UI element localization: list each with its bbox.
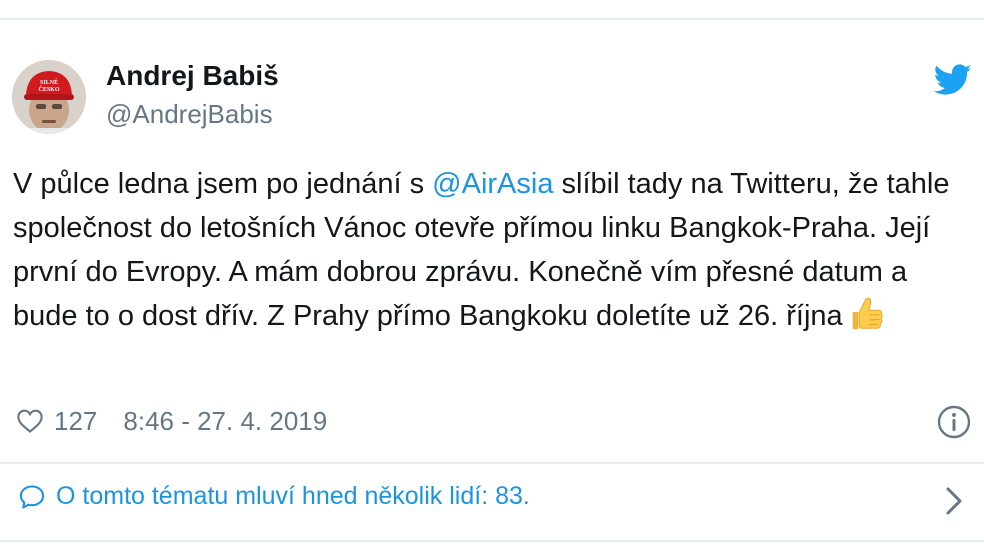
like-count[interactable]: 127 — [54, 406, 97, 437]
speech-bubble-icon — [19, 484, 45, 509]
tweet-text-part-1: V půlce ledna jsem po jednání s — [13, 168, 433, 200]
timestamp[interactable]: 8:46 - 27. 4. 2019 — [123, 406, 327, 437]
svg-text:SILNÉ: SILNÉ — [40, 78, 58, 86]
heart-icon[interactable] — [16, 407, 44, 435]
discussion-row[interactable]: O tomto tématu mluví hned několik lidí: … — [18, 482, 530, 511]
thumbs-up-emoji-icon — [852, 297, 883, 330]
discussion-link[interactable]: O tomto tématu mluví hned několik lidí: … — [0, 464, 984, 540]
svg-text:ČESKO: ČESKO — [38, 85, 59, 93]
avatar[interactable]: SILNÉ ČESKO — [12, 60, 86, 134]
avatar-image: SILNÉ ČESKO — [12, 60, 86, 134]
mention-link[interactable]: @AirAsia — [432, 168, 553, 200]
tweet-text: V půlce ledna jsem po jednání s @AirAsia… — [13, 162, 975, 338]
chevron-right-icon[interactable] — [944, 486, 964, 516]
twitter-bird-icon[interactable] — [934, 64, 972, 96]
tweet-meta: 127 8:46 - 27. 4. 2019 — [16, 401, 327, 441]
bottom-border — [0, 540, 984, 542]
author-handle[interactable]: @AndrejBabis — [106, 99, 273, 130]
author-name[interactable]: Andrej Babiš — [106, 60, 279, 92]
tweet-card: SILNÉ ČESKO Andrej Babiš @AndrejBabis V … — [0, 20, 984, 462]
discussion-text[interactable]: O tomto tématu mluví hned několik lidí: … — [56, 482, 530, 511]
info-icon[interactable] — [936, 404, 972, 440]
